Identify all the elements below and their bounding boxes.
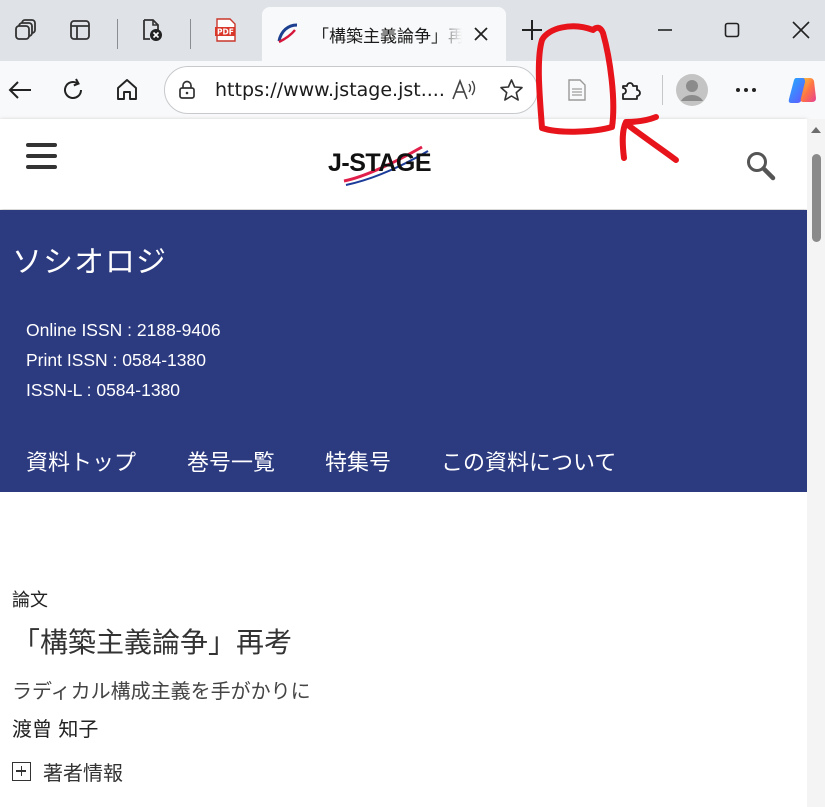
copilot-button[interactable] (782, 70, 822, 110)
hamburger-line (26, 154, 57, 158)
tab-actions-icon (70, 20, 90, 40)
article-title: 「構築主義論争」再考 (12, 626, 293, 659)
tab-strip: PDF 「構築主義論争」再考 (0, 0, 825, 61)
journal-header: ソシオロジ Online ISSN : 2188-9406 Print ISSN… (0, 210, 807, 492)
minimize-button[interactable] (640, 10, 690, 50)
scroll-thumb[interactable] (812, 154, 821, 242)
tab-favicon-blocked-icon (143, 19, 162, 41)
article-author[interactable]: 渡曾 知子 (12, 713, 98, 742)
browser-toolbar: https://www.jstage.jst.... (0, 61, 825, 119)
hamburger-line (26, 165, 57, 169)
site-header: J-STAGE (0, 119, 807, 209)
home-icon (117, 79, 137, 100)
scrollbar[interactable] (807, 119, 825, 807)
tab-close-button[interactable] (466, 19, 496, 49)
extensions-icon (622, 82, 641, 100)
profile-icon (676, 74, 708, 106)
nav-about[interactable]: この資料について (441, 445, 616, 477)
minimize-icon (658, 29, 672, 31)
tab-actions-button[interactable] (62, 12, 98, 48)
nav-special-issues[interactable]: 特集号 (325, 445, 391, 477)
site-info-icon[interactable] (177, 80, 197, 100)
profile-button[interactable] (672, 70, 712, 110)
hamburger-line (26, 143, 57, 147)
logo-text: J-STAGE (328, 149, 432, 177)
read-aloud-icon[interactable] (451, 78, 477, 102)
new-tab-button[interactable] (514, 12, 550, 48)
back-button[interactable] (0, 70, 40, 110)
svg-text:PDF: PDF (217, 28, 234, 37)
favorite-star-icon[interactable] (499, 78, 524, 103)
tab-blocked[interactable] (134, 12, 170, 48)
issn-print: Print ISSN : 0584-1380 (26, 350, 206, 370)
maximize-icon (724, 22, 740, 38)
immersive-reader-icon (568, 79, 586, 101)
pdf-icon: PDF (215, 18, 236, 42)
tab-separator (117, 19, 118, 49)
home-button[interactable] (107, 70, 147, 110)
back-icon (8, 81, 31, 99)
issn-l: ISSN-L : 0584-1380 (26, 380, 181, 400)
active-tab[interactable]: 「構築主義論争」再考 (262, 7, 506, 61)
expand-plus-icon (12, 761, 31, 781)
nav-journal-top[interactable]: 資料トップ (26, 445, 136, 477)
url-text[interactable]: https://www.jstage.jst.... (215, 79, 445, 101)
author-info-label: 著者情報 (43, 760, 123, 785)
copilot-icon (788, 78, 816, 103)
extensions-button[interactable] (611, 70, 651, 110)
address-bar[interactable]: https://www.jstage.jst.... (164, 66, 538, 114)
new-tab-icon (522, 20, 542, 40)
more-icon (736, 88, 756, 92)
nav-volume-list[interactable]: 巻号一覧 (187, 445, 275, 477)
toolbar-separator (662, 75, 663, 105)
tab-favicon-icon (277, 23, 298, 44)
tab-pdf[interactable]: PDF (208, 12, 244, 48)
author-info-toggle[interactable]: 著者情報 (12, 758, 123, 785)
more-button[interactable] (726, 70, 766, 110)
web-page: J-STAGE ソシオロジ Online ISSN : 2188-9406 Pr… (0, 119, 807, 807)
issn-online: Online ISSN : 2188-9406 (26, 320, 221, 340)
workspaces-icon (15, 19, 36, 40)
close-icon (792, 21, 810, 39)
article-type: 論文 (12, 590, 48, 611)
tab-title: 「構築主義論争」再考 (312, 27, 462, 47)
workspaces-button[interactable] (8, 12, 44, 48)
maximize-button[interactable] (707, 10, 757, 50)
refresh-button[interactable] (53, 70, 93, 110)
refresh-icon (64, 78, 82, 99)
close-icon (474, 27, 488, 41)
search-icon[interactable] (744, 149, 778, 183)
journal-title[interactable]: ソシオロジ (12, 237, 167, 281)
immersive-reader-button[interactable] (557, 70, 597, 110)
scroll-up-arrow-icon[interactable] (811, 127, 821, 133)
article-subtitle: ラディカル構成主義を手がかりに (12, 679, 311, 703)
jstage-logo[interactable]: J-STAGE (326, 143, 436, 189)
window-close-button[interactable] (776, 10, 825, 50)
menu-button[interactable] (26, 143, 58, 171)
tab-separator (190, 19, 191, 49)
